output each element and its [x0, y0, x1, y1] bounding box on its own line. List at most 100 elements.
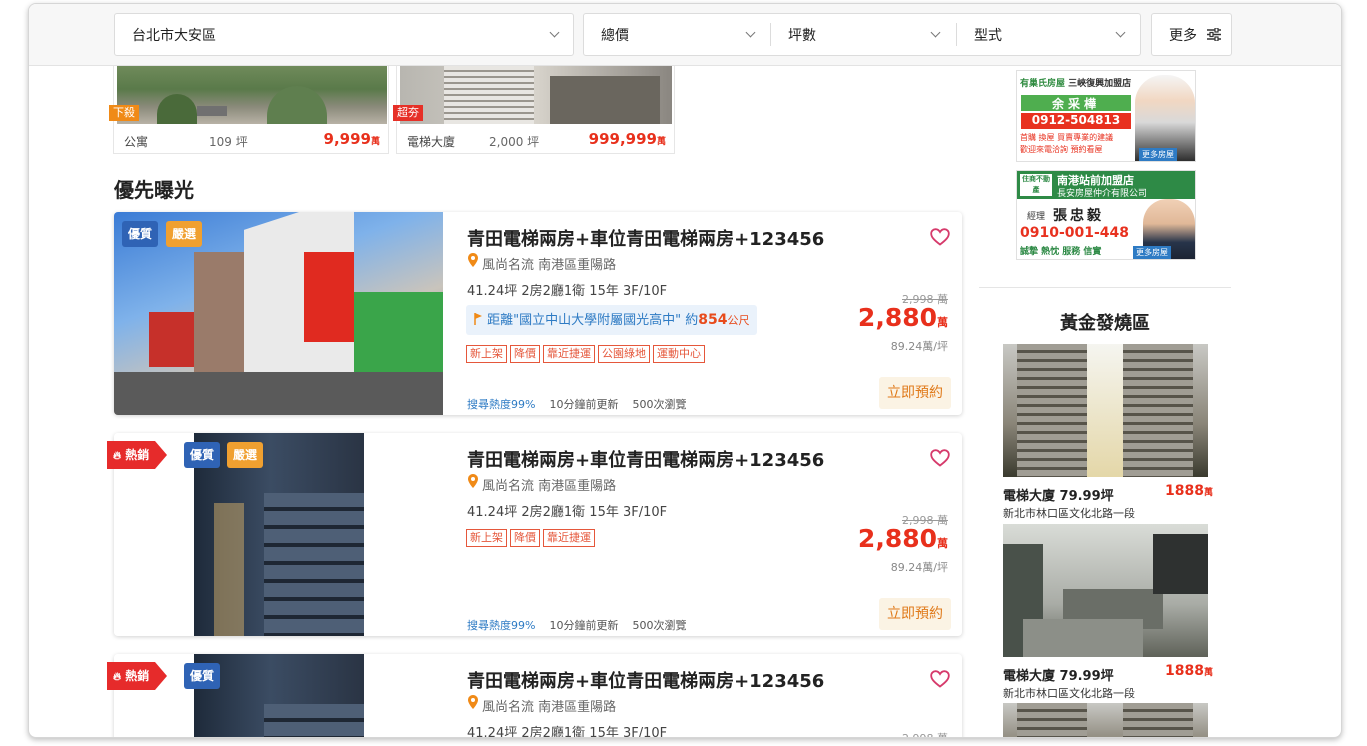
- listing-price: 9,999萬: [323, 130, 380, 148]
- listing-meta: 搜尋熱度99% 10分鐘前更新 500次瀏覽: [467, 617, 686, 633]
- gold-item-price: 1888萬: [1165, 663, 1213, 679]
- book-viewing-button[interactable]: 立即預約: [879, 377, 951, 409]
- promo-tag: 超夯: [393, 105, 423, 121]
- gold-item-address: 新北市林口區文化北路一段: [1003, 507, 1135, 520]
- gold-item-name[interactable]: 電梯大廈 79.99坪: [1003, 665, 1114, 684]
- agent-brand: 有巢氏房屋 三峽復興加盟店: [1020, 79, 1132, 89]
- listing-type: 公寓: [124, 135, 149, 149]
- feature-tag: 公園綠地: [598, 345, 650, 363]
- more-filters-button[interactable]: 更多: [1151, 13, 1232, 56]
- view-count: 500次瀏覽: [632, 619, 687, 632]
- view-count: 500次瀏覽: [632, 398, 687, 411]
- chevron-down-icon: [1115, 27, 1126, 38]
- feature-tag: 靠近捷運: [543, 345, 595, 363]
- location-value: 台北市大安區: [132, 27, 216, 44]
- listing-meta: 搜尋熱度99% 10分鐘前更新 500次瀏覽: [467, 396, 686, 412]
- listing-specs: 41.24坪 2房2廳1衛 15年 3F/10F: [467, 726, 668, 738]
- listing-specs: 41.24坪 2房2廳1衛 15年 3F/10F: [467, 505, 668, 520]
- agent-company: 長安房屋仲介有限公司: [1057, 189, 1148, 199]
- heart-icon[interactable]: [930, 228, 950, 246]
- more-listings-link[interactable]: 更多房屋: [1139, 148, 1177, 161]
- listing-price: 999,999萬: [588, 130, 666, 148]
- listing-size: 109 坪: [209, 135, 248, 149]
- more-listings-link[interactable]: 更多房屋: [1133, 246, 1171, 259]
- premium-badge: 優質: [184, 442, 221, 468]
- listing-title[interactable]: 青田電梯兩房+車位青田電梯兩房+123456: [467, 446, 824, 472]
- unit-price: 89.24萬/坪: [890, 340, 948, 353]
- book-viewing-button[interactable]: 立即預約: [879, 598, 951, 630]
- feature-tag: 降價: [510, 529, 540, 547]
- agent-phone: 0912-504813: [1021, 113, 1131, 129]
- feature-tags: 新上架 降價 靠近捷運 公園綠地 運動中心: [466, 345, 705, 363]
- listing-type: 電梯大廈: [407, 135, 456, 149]
- hot-sale-flag: 🔥︎ 熱銷: [107, 662, 168, 690]
- search-heat: 搜尋熱度99%: [467, 398, 536, 411]
- hot-sale-label: 🔥︎ 熱銷: [107, 441, 156, 469]
- premium-badge: 優質: [122, 221, 159, 247]
- gold-item-photo[interactable]: [1003, 344, 1208, 477]
- gold-item-price: 1888萬: [1165, 483, 1213, 499]
- unit-price: 89.24萬/坪: [890, 561, 948, 574]
- listing-title[interactable]: 青田電梯兩房+車位青田電梯兩房+123456: [467, 667, 824, 693]
- heart-icon[interactable]: [930, 670, 950, 688]
- agent-title: 經理: [1027, 212, 1046, 222]
- browser-window: 台北市大安區 總價 坪數 型式 更多 下殺 公寓 109 坪 9,999萬 超夯…: [28, 3, 1342, 738]
- location-pin-icon: [468, 253, 478, 267]
- gold-item-photo[interactable]: [1003, 524, 1208, 657]
- agent-name: 張忠毅: [1053, 208, 1104, 224]
- fire-icon: 🔥︎: [113, 449, 122, 462]
- sliders-icon: [1207, 28, 1221, 41]
- listing-card[interactable]: 優質 青田電梯兩房+車位青田電梯兩房+123456 風尚名流 南港區重陽路 41…: [114, 654, 962, 738]
- listing-location: 風尚名流 南港區重陽路: [482, 479, 617, 494]
- feature-tags: 新上架 降價 靠近捷運: [466, 529, 595, 547]
- location-pin-icon: [468, 695, 478, 709]
- gold-item-photo[interactable]: [1003, 703, 1208, 737]
- selected-badge: 嚴選: [227, 442, 264, 468]
- listing-specs: 41.24坪 2房2廳1衛 15年 3F/10F: [467, 284, 668, 299]
- listing-size: 2,000 坪: [489, 135, 540, 149]
- agent-phone: 0910-001-448: [1020, 225, 1130, 241]
- hot-sale-flag: 🔥︎ 熱銷: [107, 441, 168, 469]
- feature-tag: 運動中心: [653, 345, 705, 363]
- listing-price: 2,880萬: [857, 524, 948, 553]
- feature-tag: 新上架: [466, 529, 507, 547]
- type-select[interactable]: 型式: [957, 14, 1002, 55]
- agent-name: 余采樺: [1021, 95, 1131, 111]
- agent-line1: 首購 換屋 買賣專業的建議: [1020, 133, 1114, 142]
- hot-sale-label: 🔥︎ 熱銷: [107, 662, 156, 690]
- listing-price: 2,880萬: [857, 303, 948, 332]
- feature-tag: 降價: [510, 345, 540, 363]
- agent-ad[interactable]: 住商不動產 南港站前加盟店 長安房屋仲介有限公司 經理 張忠毅 0910-001…: [1016, 170, 1196, 260]
- listing-location: 風尚名流 南港區重陽路: [482, 700, 617, 715]
- filter-bar: 台北市大安區 總價 坪數 型式 更多: [29, 4, 1341, 66]
- gold-item-address: 新北市林口區文化北路一段: [1003, 687, 1135, 700]
- listing-card[interactable]: 優質 嚴選 青田電梯兩房+車位青田電梯兩房+123456 風尚名流 南港區重陽路…: [114, 212, 962, 415]
- distance-info: 距離"國立中山大學附屬國光高中" 約854公尺: [466, 305, 758, 335]
- listing-location: 風尚名流 南港區重陽路: [482, 258, 617, 273]
- location-select[interactable]: 台北市大安區: [114, 13, 574, 56]
- fire-icon: 🔥︎: [113, 670, 122, 683]
- ping-select[interactable]: 坪數: [771, 14, 816, 55]
- divider: [979, 287, 1231, 288]
- updated-time: 10分鐘前更新: [549, 398, 619, 411]
- filter-group: 總價 坪數 型式: [583, 13, 1141, 56]
- agent-slogan: 誠摯 熱忱 服務 信實: [1020, 247, 1102, 257]
- flag-icon: [474, 313, 482, 325]
- original-price: 2,998 萬: [868, 730, 948, 737]
- listing-title[interactable]: 青田電梯兩房+車位青田電梯兩房+123456: [467, 225, 824, 251]
- listing-photo: [117, 66, 387, 124]
- agent-ad[interactable]: 有巢氏房屋 三峽復興加盟店 余采樺 0912-504813 首購 換屋 買賣專業…: [1016, 70, 1196, 162]
- gold-item-name[interactable]: 電梯大廈 79.99坪: [1003, 485, 1114, 504]
- section-title: 優先曝光: [114, 178, 194, 202]
- top-listing-card[interactable]: 下殺 公寓 109 坪 9,999萬: [109, 66, 389, 154]
- chevron-down-icon: [745, 27, 756, 38]
- agent-brand: 住商不動產: [1020, 174, 1052, 196]
- top-listing-card[interactable]: 超夯 電梯大廈 2,000 坪 999,999萬: [393, 66, 675, 154]
- listing-card[interactable]: 優質 嚴選 青田電梯兩房+車位青田電梯兩房+123456 風尚名流 南港區重陽路…: [114, 433, 962, 636]
- promo-tag: 下殺: [109, 105, 139, 121]
- agent-line2: 歡迎來電洽詢 預約看屋: [1020, 145, 1103, 154]
- selected-badge: 嚴選: [166, 221, 203, 247]
- search-heat: 搜尋熱度99%: [467, 619, 536, 632]
- total-price-select[interactable]: 總價: [584, 14, 629, 55]
- heart-icon[interactable]: [930, 449, 950, 467]
